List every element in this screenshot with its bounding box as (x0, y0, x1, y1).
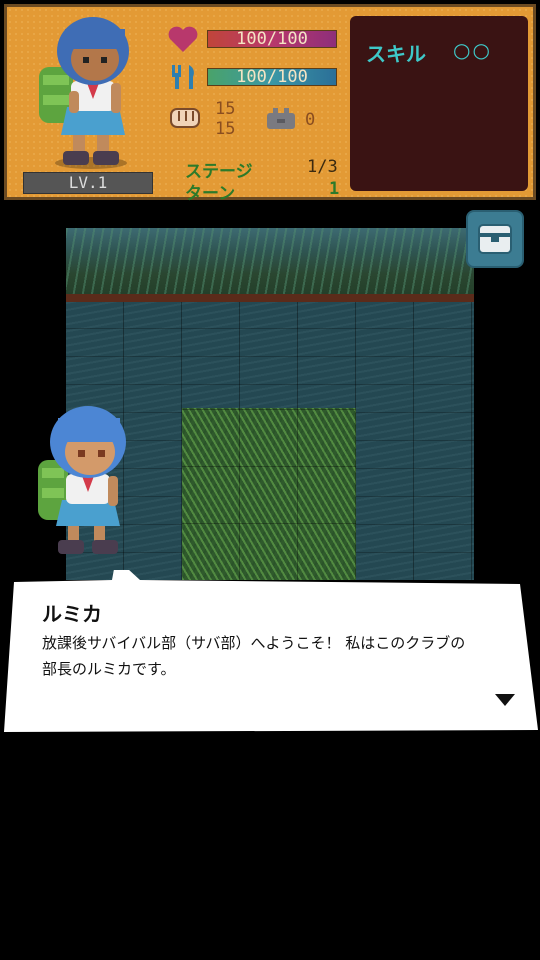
speaker-sprite (38, 406, 126, 554)
turn-label: ターン (185, 184, 236, 204)
player-portrait (39, 17, 129, 169)
map-ledge (66, 294, 474, 302)
stage-value: 1/3 (307, 157, 338, 177)
skill-box[interactable]: スキル ○○ (350, 16, 528, 191)
bag-icon (267, 108, 295, 129)
dialog-text: 放課後サバイバル部（サバ部）へようこそ！ 私はこのクラブの 部長のルミカです。 (42, 630, 512, 682)
skill-label: スキル (366, 42, 426, 66)
hp-bar: 100/100 (207, 30, 337, 48)
hunger-value: 100/100 (236, 67, 308, 87)
item-count-value: 0 (305, 110, 316, 130)
heart-icon (168, 26, 198, 52)
status-panel: LV.1 100/100 100/100 15 15 0 ステージ 1/3 ター… (4, 4, 536, 204)
dialog-line-2: 部長のルミカです。 (42, 660, 176, 678)
defense-value: 15 (215, 119, 236, 139)
map-treeline (66, 228, 474, 294)
level-plate: LV.1 (23, 172, 153, 194)
chest-icon (478, 224, 512, 254)
triangle-down-icon[interactable] (494, 692, 516, 708)
dialog-speaker-name: ルミカ (42, 602, 102, 626)
fist-icon (170, 108, 200, 128)
hp-value: 100/100 (236, 29, 308, 49)
skill-value: ○○ (453, 38, 492, 62)
inventory-button[interactable] (466, 210, 524, 268)
attack-value: 15 (215, 99, 236, 119)
dialog-line-1: 放課後サバイバル部（サバ部）へようこそ！ 私はこのクラブの (42, 634, 466, 652)
hunger-bar: 100/100 (207, 68, 337, 86)
map-grass-patch (182, 408, 356, 580)
turn-value: 1 (329, 179, 340, 199)
fork-knife-icon (172, 65, 194, 89)
